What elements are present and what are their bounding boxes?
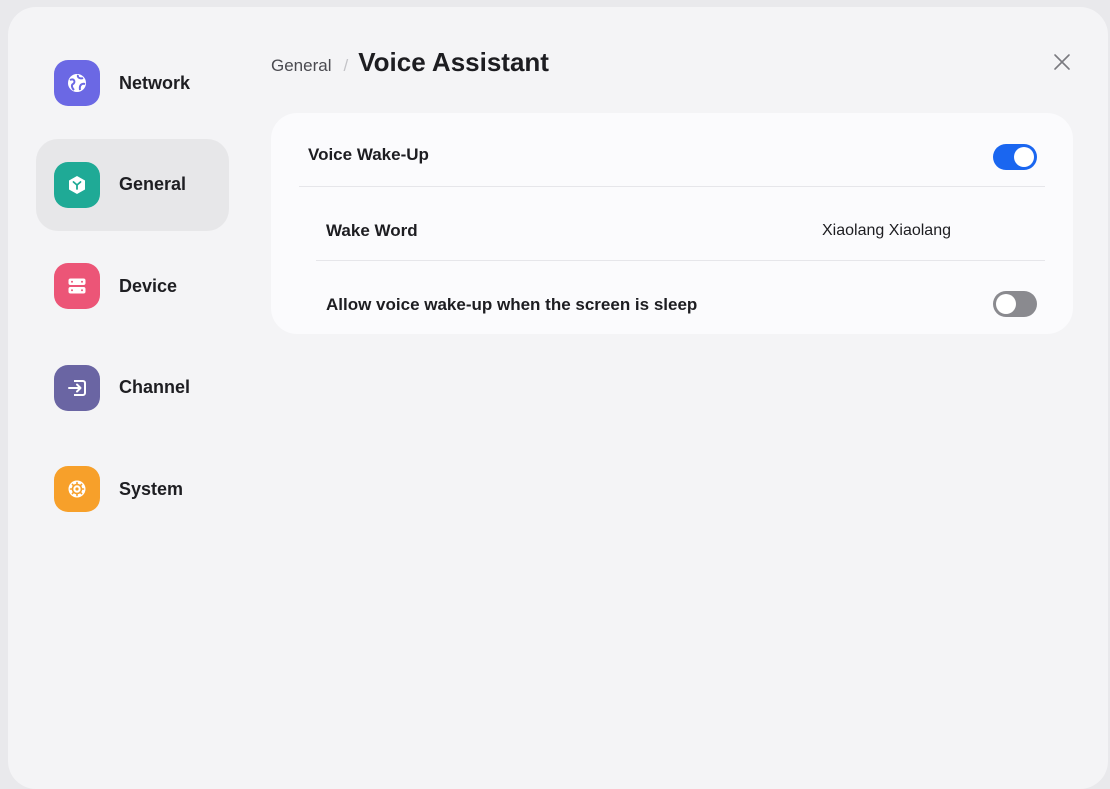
divider: [299, 186, 1045, 187]
sidebar-item-channel[interactable]: Channel: [36, 342, 229, 434]
sidebar-item-label: System: [119, 478, 184, 499]
breadcrumb-separator: /: [343, 56, 349, 75]
sidebar: Network General Device Channel System: [36, 37, 229, 545]
page-title: Voice Assistant: [358, 47, 549, 77]
sleep-wakeup-label: Allow voice wake-up when the screen is s…: [326, 295, 698, 314]
voice-wakeup-toggle[interactable]: [993, 144, 1037, 170]
voice-wakeup-label: Voice Wake-Up: [308, 145, 429, 164]
globe-icon: [54, 60, 100, 106]
sidebar-item-device[interactable]: Device: [36, 240, 229, 332]
cube-icon: [54, 161, 100, 208]
gear-icon: [54, 466, 100, 512]
voice-settings-card: Voice Wake-Up Wake Word Xiaolang Xiaolan…: [271, 113, 1073, 334]
wake-word-value[interactable]: Xiaolang Xiaolang: [822, 222, 951, 240]
sidebar-item-general[interactable]: General: [36, 138, 229, 231]
toggle-knob: [996, 294, 1016, 314]
server-icon: [54, 263, 100, 309]
breadcrumb-parent-link[interactable]: General: [271, 56, 331, 76]
sidebar-item-label: Device: [119, 275, 178, 296]
toggle-knob: [1014, 147, 1034, 167]
divider: [316, 260, 1045, 261]
sidebar-item-label: General: [119, 174, 187, 194]
sidebar-item-system[interactable]: System: [36, 443, 229, 535]
sleep-wakeup-row: Allow voice wake-up when the screen is s…: [326, 295, 697, 315]
sidebar-item-network[interactable]: Network: [36, 37, 229, 129]
sidebar-item-label: Network: [119, 72, 191, 93]
sleep-wakeup-toggle[interactable]: [993, 291, 1037, 317]
voice-wakeup-row: Voice Wake-Up: [308, 145, 429, 165]
close-icon: [1054, 54, 1070, 70]
wake-word-label: Wake Word: [326, 221, 418, 240]
sidebar-item-label: Channel: [119, 377, 191, 397]
wake-word-row[interactable]: Wake Word: [326, 221, 418, 241]
close-button[interactable]: [1051, 51, 1073, 73]
breadcrumb: General / Voice Assistant: [271, 47, 549, 78]
settings-window: Network General Device Channel System Ge…: [8, 7, 1108, 789]
input-arrow-icon: [54, 364, 100, 411]
